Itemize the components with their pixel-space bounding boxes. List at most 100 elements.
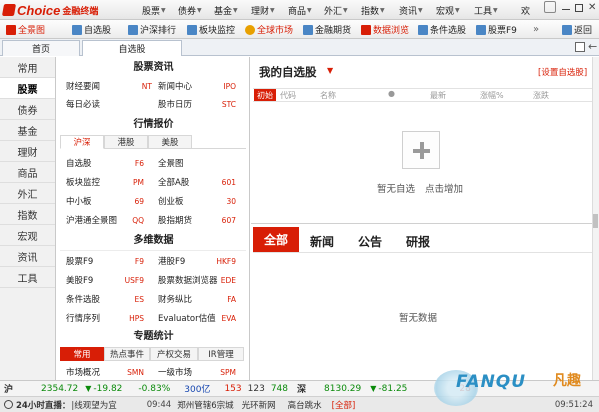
subtab-us[interactable]: 美股 (148, 135, 192, 149)
tab-home[interactable]: 首页 (2, 40, 80, 56)
tab-initial[interactable]: 初始 (254, 89, 276, 101)
restore-panel-icon[interactable] (575, 42, 585, 52)
toolbar-futures-button[interactable]: 金融期货 (303, 23, 351, 36)
down-count: 748 (270, 383, 288, 394)
menu-tools[interactable]: 工具 ▼ (474, 4, 498, 17)
toolbar-screener-button[interactable]: 条件选股 (418, 23, 466, 36)
sidenav-bond[interactable]: 债券 (0, 99, 55, 120)
chevron-down-icon[interactable]: ▼ (327, 66, 333, 75)
toolbar-more-button[interactable]: » (533, 23, 539, 36)
settings-icon[interactable] (544, 1, 556, 13)
subtab-ir-management[interactable]: IR管理 (198, 347, 244, 361)
click-to-add-link[interactable]: 点击增加 (425, 181, 463, 195)
link-data-browser[interactable]: 股票数据浏览器 (158, 274, 218, 288)
link-hk-f9[interactable]: 港股F9 (158, 255, 185, 269)
toolbar-data-browse-button[interactable]: 数据浏览 (361, 23, 409, 36)
link-chinext[interactable]: 创业板 (158, 195, 184, 209)
link-primary-market[interactable]: 一级市场 (158, 366, 192, 380)
link-financial-compare[interactable]: 财务纵比 (158, 293, 192, 307)
watchlist-title[interactable]: 我的自选股 (259, 64, 317, 80)
tab-watchlist[interactable]: 自选股 (82, 40, 182, 56)
news-time: 09:44 (146, 399, 172, 410)
toolbar-ranking-button[interactable]: 沪深排行 (128, 23, 176, 36)
menu-bond[interactable]: 债券 ▼ (178, 4, 202, 17)
toolbar-watchlist-button[interactable]: 自选股 (72, 23, 111, 36)
subtab-hot-events[interactable]: 热点事件 (104, 347, 150, 361)
toolbar-overview-button[interactable]: 全景图 (6, 23, 45, 36)
link-watchlist[interactable]: 自选股 (66, 157, 92, 171)
sidenav-commodity[interactable]: 商品 (0, 162, 55, 183)
menu-index[interactable]: 指数 ▼ (361, 4, 385, 17)
subtab-equity-trading[interactable]: 产权交易 (150, 347, 198, 361)
link-connect-overview[interactable]: 沪港通全景图 (66, 214, 117, 228)
sidenav-index[interactable]: 指数 (0, 204, 55, 225)
link-market-overview[interactable]: 市场概况 (66, 366, 100, 380)
column-header-code[interactable]: 代码 (280, 90, 296, 101)
subtab-a-share[interactable]: 沪深 (60, 135, 104, 149)
sidenav-wealth[interactable]: 理财 (0, 141, 55, 162)
user-menu[interactable]: 欢 (521, 4, 530, 17)
link-stock-f9[interactable]: 股票F9 (66, 255, 93, 269)
menu-commodity[interactable]: 商品 ▼ (288, 4, 312, 17)
link-evaluator[interactable]: Evaluator估值 (158, 312, 216, 326)
menu-wealth[interactable]: 理财 ▼ (251, 4, 275, 17)
sidenav-common[interactable]: 常用 (0, 57, 55, 78)
live-label[interactable]: 24小时直播： (16, 399, 70, 411)
link-overview[interactable]: 全景图 (158, 157, 184, 171)
maximize-icon[interactable] (575, 4, 583, 12)
sidenav-forex[interactable]: 外汇 (0, 183, 55, 204)
link-headlines[interactable]: 财经要闻 (66, 80, 100, 94)
news-item[interactable]: 高台跳水 (288, 399, 322, 411)
menu-stock[interactable]: 股票 ▼ (142, 4, 166, 17)
subtab-hk[interactable]: 港股 (104, 135, 148, 149)
news-filter-all[interactable]: [全部] (332, 399, 356, 411)
link-all-a-shares[interactable]: 全部A股 (158, 176, 189, 190)
news-item[interactable]: 郑州管辖6宗城 (177, 399, 233, 411)
sidenav-stock[interactable]: 股票 (0, 78, 55, 99)
sidenav-news[interactable]: 资讯 (0, 246, 55, 267)
set-watchlist-link[interactable]: [设置自选股] (538, 66, 587, 78)
link-sector-monitor[interactable]: 板块监控 (66, 176, 100, 190)
menu-forex[interactable]: 外汇 ▼ (324, 4, 348, 17)
sidenav-tools[interactable]: 工具 (0, 267, 55, 288)
link-market-calendar[interactable]: 股市日历 (158, 98, 192, 112)
sidenav-fund[interactable]: 基金 (0, 120, 55, 141)
link-screener[interactable]: 条件选股 (66, 293, 100, 307)
scrollbar-thumb[interactable] (593, 214, 598, 228)
tab-research[interactable]: 研报 (406, 233, 430, 250)
menu-news[interactable]: 资讯 ▼ (399, 4, 423, 17)
menu-fund[interactable]: 基金 ▼ (214, 4, 238, 17)
subtab-common[interactable]: 常用 (60, 347, 104, 361)
link-index-futures[interactable]: 股指期货 (158, 214, 192, 228)
column-header-name[interactable]: 名称 (320, 90, 336, 101)
news-ticker-bar: 24小时直播： |线观望为宜 09:44 郑州管辖6宗城 光环新网 高台跳水 [… (0, 396, 599, 412)
column-header-latest[interactable]: 最新 (430, 90, 446, 101)
link-daily-read[interactable]: 每日必读 (66, 98, 100, 112)
news-headline[interactable]: |线观望为宜 (71, 399, 116, 411)
tab-news[interactable]: 新闻 (310, 233, 334, 250)
tab-announcements[interactable]: 公告 (358, 233, 382, 250)
hotkey-label: 30 (226, 197, 236, 206)
toolbar-back-button[interactable]: 返回 (562, 23, 592, 36)
toolbar-sector-monitor-button[interactable]: 板块监控 (187, 23, 235, 36)
section-title-multi-data: 多维数据 (133, 235, 174, 246)
column-header-change-pct[interactable]: 涨幅% (480, 90, 504, 101)
add-stock-button[interactable] (402, 131, 440, 169)
app-logo: Choice 金融终端 (1, 2, 98, 18)
news-item[interactable]: 光环新网 (242, 399, 276, 411)
back-arrow-icon[interactable]: ← (588, 40, 597, 53)
sidenav-macro[interactable]: 宏观 (0, 225, 55, 246)
hotkey-label: EVA (221, 314, 236, 323)
link-sme-board[interactable]: 中小板 (66, 195, 92, 209)
column-header-change[interactable]: 涨跌 (533, 90, 549, 101)
close-icon[interactable]: ✕ (588, 2, 596, 13)
link-quote-series[interactable]: 行情序列 (66, 312, 100, 326)
minimize-icon[interactable] (562, 9, 570, 10)
toolbar-f9-button[interactable]: 股票F9 (476, 23, 517, 36)
tab-all[interactable]: 全部 (253, 227, 299, 252)
menu-macro[interactable]: 宏观 ▼ (436, 4, 460, 17)
link-news-center[interactable]: 新闻中心 (158, 80, 192, 94)
column-header-dot[interactable]: ● (388, 89, 395, 98)
link-us-f9[interactable]: 美股F9 (66, 274, 93, 288)
toolbar-global-market-button[interactable]: 全球市场 (245, 23, 293, 36)
